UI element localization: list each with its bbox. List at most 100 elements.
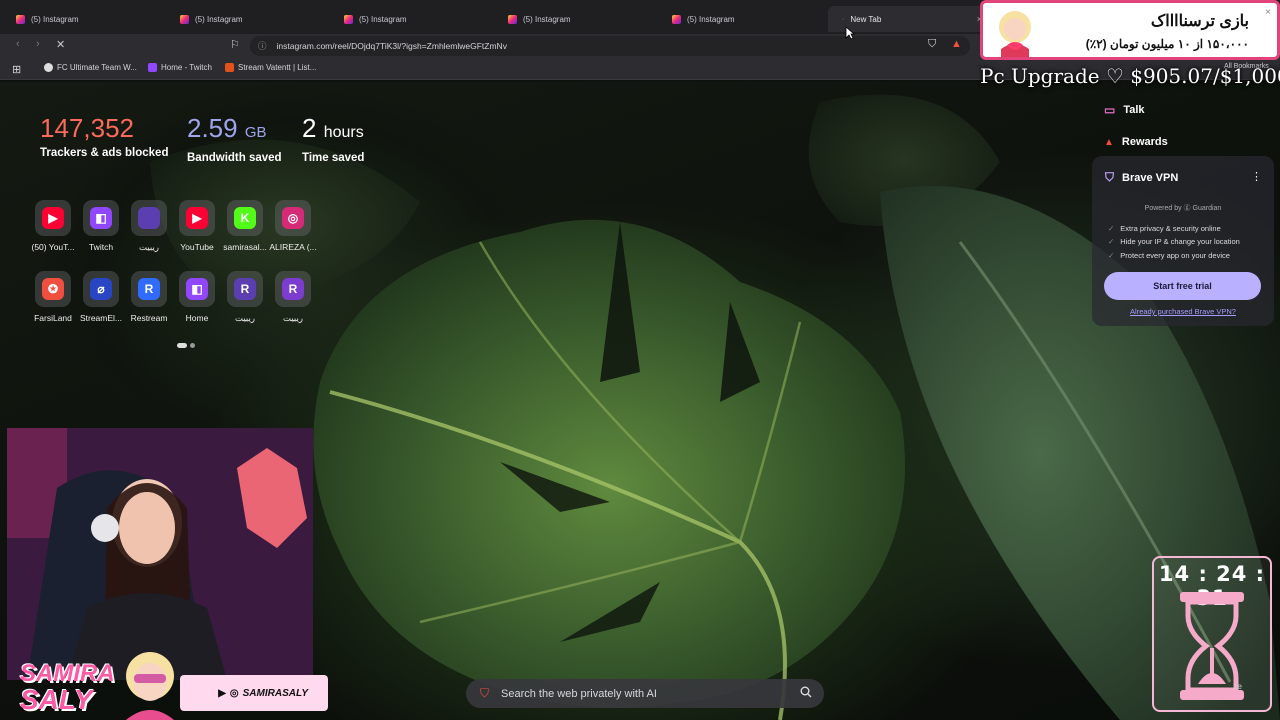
stat-bandwidth: 2.59 GB Bandwidth saved — [187, 112, 282, 164]
stat-unit: GB — [244, 124, 267, 141]
youtube-icon: ▶ — [218, 687, 226, 699]
top-site-tile[interactable] — [131, 200, 167, 236]
rewards-item[interactable]: ▲ Rewards — [1092, 126, 1272, 158]
top-site-tile[interactable]: R — [227, 271, 263, 307]
top-site-tile[interactable]: ▶ — [35, 200, 71, 236]
tab-instagram-5[interactable]: (5) Instagram — [658, 6, 820, 32]
rewards-icon: ▲ — [1104, 136, 1114, 148]
stop-button[interactable]: ✕ — [56, 38, 65, 51]
instagram-icon — [16, 14, 25, 24]
url-text: instagram.com/reel/DOjdq7TiK3l/?igsh=Zmh… — [276, 41, 507, 51]
bookmark-label: FC Ultimate Team W... — [57, 63, 137, 72]
page-dots — [177, 343, 195, 348]
stat-label: Bandwidth saved — [187, 152, 282, 164]
site-icon: ✪ — [42, 278, 64, 300]
vpn-feature: ✓ Protect every app on your device — [1108, 251, 1230, 260]
top-site-tile[interactable]: ⌀ — [83, 271, 119, 307]
site-icon: ◎ — [282, 207, 304, 229]
close-icon[interactable]: × — [1265, 7, 1271, 18]
donation-goal: Pc Upgrade ♡ $905.07/$1,000 — [980, 64, 1280, 88]
back-button[interactable]: ‹ — [16, 38, 20, 50]
talk-label: Talk — [1123, 104, 1145, 116]
top-site-tile[interactable]: ◧ — [179, 271, 215, 307]
instagram-icon — [508, 14, 517, 24]
tab-instagram-3[interactable]: (5) Instagram — [330, 6, 492, 32]
brave-shields-icon[interactable]: ⛉ — [928, 38, 936, 51]
bookmark-twitch[interactable]: Home - Twitch — [148, 63, 212, 72]
tab-instagram-2[interactable]: (5) Instagram — [166, 6, 328, 32]
tab-title: New Tab — [850, 14, 882, 24]
twitch-icon — [148, 63, 157, 72]
ai-search-box[interactable]: ⛉ Search the web privately with AI — [466, 679, 824, 708]
top-site-tile[interactable]: R — [275, 271, 311, 307]
brave-rewards-icon[interactable]: ▲ — [951, 38, 962, 50]
stat-trackers: 147,352 Trackers & ads blocked — [40, 112, 168, 159]
talk-item[interactable]: ▭ Talk — [1092, 94, 1272, 126]
brave-lion-icon: ⛉ — [480, 686, 490, 700]
top-site-tile[interactable]: R — [131, 271, 167, 307]
stat-unit: hours — [323, 124, 364, 141]
vpn-feature: ✓ Hide your IP & change your location — [1108, 237, 1240, 246]
stat-label: Time saved — [302, 152, 365, 164]
tab-title: (5) Instagram — [523, 14, 571, 24]
top-site-tile[interactable]: ✪ — [35, 271, 71, 307]
check-icon: ✓ — [1108, 251, 1115, 260]
tab-title: (5) Instagram — [359, 14, 407, 24]
tab-instagram-4[interactable]: (5) Instagram — [494, 6, 656, 32]
stat-value: 2.59 — [187, 113, 238, 143]
site-icon: R — [234, 278, 256, 300]
bookmark-icon[interactable]: ⚐ — [230, 38, 240, 51]
bookmark-fc-ultimate[interactable]: FC Ultimate Team W... — [44, 63, 137, 72]
vpn-card: ⛉ Brave VPN ⋮ Powered by ⓖ Guardian ✓ Extr… — [1092, 156, 1274, 326]
globe-icon — [44, 63, 53, 72]
page-dot[interactable] — [190, 343, 195, 348]
stream-icon — [225, 63, 234, 72]
start-free-trial-button[interactable]: Start free trial — [1104, 272, 1261, 300]
site-icon: R — [138, 278, 160, 300]
apps-icon[interactable]: ⊞ — [12, 63, 21, 76]
rewards-label: Rewards — [1121, 136, 1168, 148]
site-icon: K — [234, 207, 256, 229]
top-site-tile[interactable]: ▶ — [179, 200, 215, 236]
top-site-label: ریبیت — [283, 313, 303, 323]
site-icon: ▶ — [186, 207, 208, 229]
site-icon: ⌀ — [90, 278, 112, 300]
site-icon: ◧ — [186, 278, 208, 300]
already-purchased-link[interactable]: Already purchased Brave VPN? — [1092, 307, 1274, 316]
site-info-icon[interactable]: ⓘ — [258, 40, 267, 52]
tab-title: (5) Instagram — [195, 14, 243, 24]
check-icon: ✓ — [1108, 237, 1115, 246]
site-icon: ◧ — [90, 207, 112, 229]
tab-title: (5) Instagram — [31, 14, 79, 24]
more-options-icon[interactable]: ⋮ — [1251, 170, 1262, 183]
instagram-icon — [344, 14, 353, 24]
countdown-timer: 14 : 24 : 31 ze — [1152, 556, 1272, 712]
loading-icon: · — [842, 15, 845, 23]
webcam-feed — [7, 428, 313, 680]
vpn-shield-icon: ⛉ — [1105, 170, 1115, 184]
top-site-tile[interactable]: K — [227, 200, 263, 236]
forward-button[interactable]: › — [36, 38, 40, 50]
stat-label: Trackers & ads blocked — [40, 147, 169, 159]
talk-icon: ▭ — [1104, 103, 1116, 117]
address-bar[interactable]: ⓘ instagram.com/reel/DOjdq7TiK3l/?igsh=Z… — [250, 36, 970, 56]
bookmark-label: Stream Vatentt | List... — [238, 63, 317, 72]
tab-instagram-1[interactable]: (5) Instagram — [2, 6, 164, 32]
powered-by: Powered by ⓖ Guardian — [1144, 205, 1222, 212]
top-site-label: ALIREZA (... — [269, 242, 317, 252]
bookmark-label: Home - Twitch — [161, 63, 212, 72]
streamer-video — [7, 428, 313, 680]
donation-alert: بازی ترسنااااک ۱۵۰،۰۰۰ از ۱۰ میلیون توما… — [980, 0, 1280, 60]
page-dot-active[interactable] — [177, 343, 187, 348]
top-site-tile[interactable]: ◧ — [83, 200, 119, 236]
search-icon[interactable] — [800, 686, 812, 701]
bookmark-stream-vatentt[interactable]: Stream Vatentt | List... — [225, 63, 316, 72]
feature-text: Protect every app on your device — [1120, 251, 1230, 260]
feature-text: Hide your IP & change your location — [1120, 237, 1240, 246]
check-icon: ✓ — [1108, 224, 1115, 233]
character-sticker — [118, 646, 182, 720]
search-placeholder: Search the web privately with AI — [501, 687, 657, 700]
feature-text: Extra privacy & security online — [1120, 224, 1221, 233]
top-site-tile[interactable]: ◎ — [275, 200, 311, 236]
social-handle: ▶ ◎ SAMIRASALY — [180, 675, 328, 711]
